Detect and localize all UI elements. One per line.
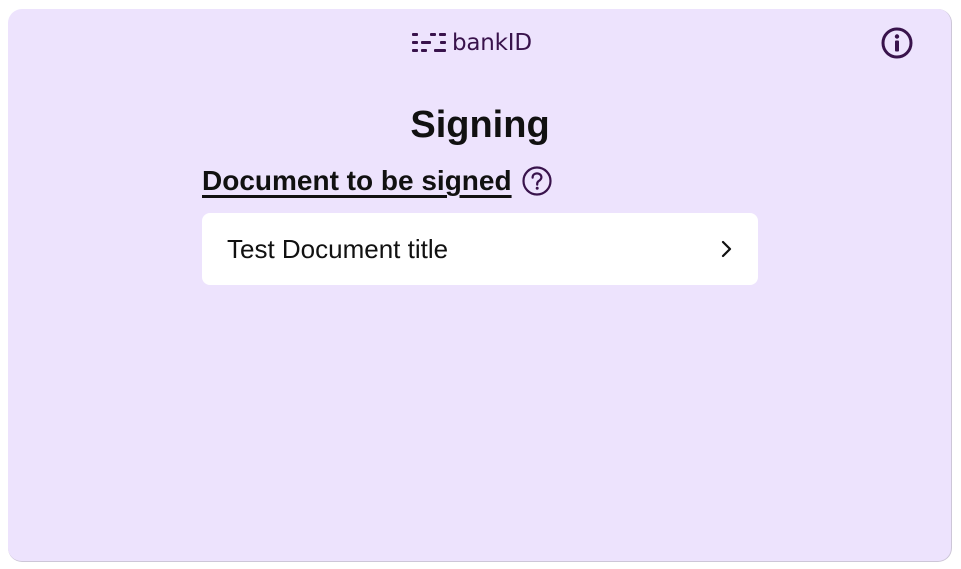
chevron-right-icon [721, 240, 732, 258]
document-title: Test Document title [227, 233, 449, 264]
logo-text: bankID [452, 30, 532, 56]
signing-card: bankID Signing Document to be signed Tes… [8, 9, 952, 562]
section-heading: Document to be signed [202, 163, 553, 199]
document-row[interactable]: Test Document title [202, 213, 758, 285]
section-heading-text: Document to be signed [202, 165, 512, 196]
help-icon[interactable] [521, 165, 553, 197]
info-icon[interactable] [880, 26, 914, 60]
bankid-logo: bankID [412, 29, 532, 57]
bankid-logo-mark-icon [412, 33, 446, 52]
page-title: Signing [410, 104, 550, 146]
